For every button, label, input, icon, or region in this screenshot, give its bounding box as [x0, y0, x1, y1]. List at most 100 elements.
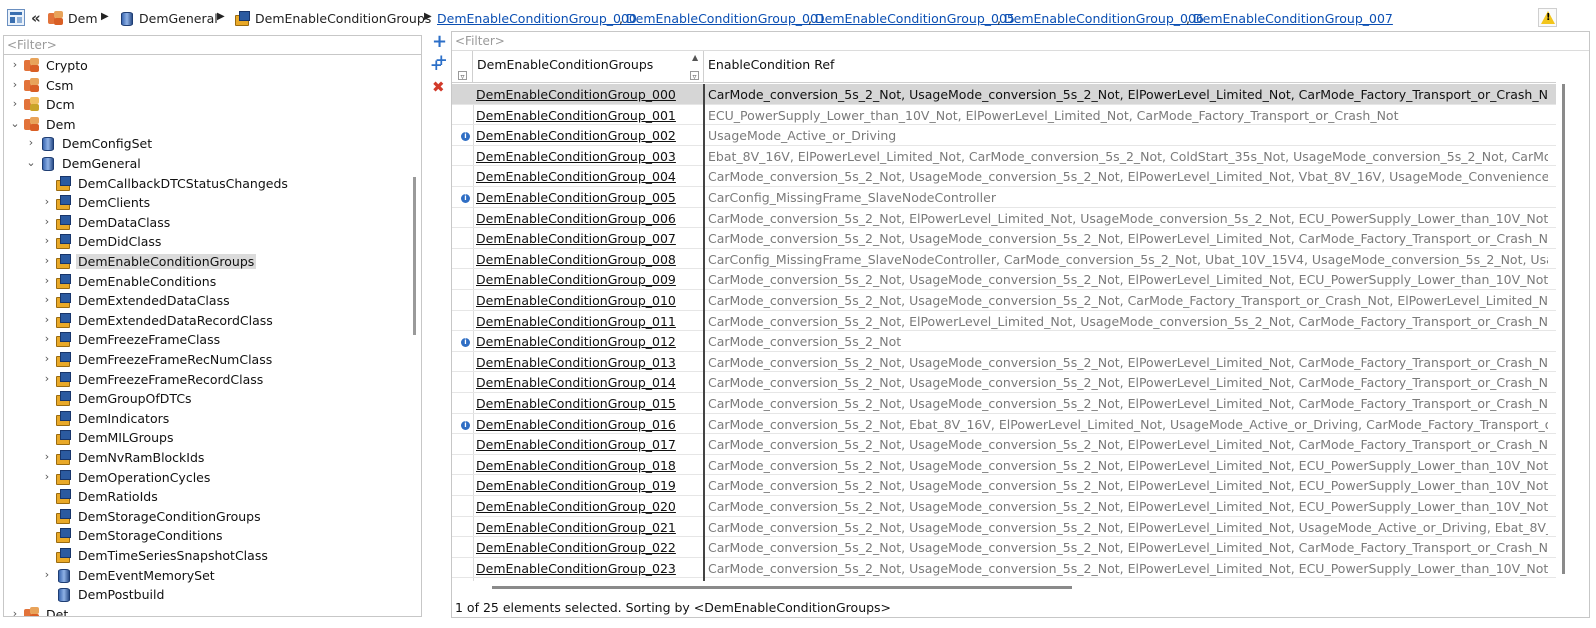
breadcrumb-link-group-005[interactable]: DemEnableConditionGroup_005 [815, 11, 1015, 26]
column-header-groups[interactable]: DemEnableConditionGroups ▲ ▿ [473, 51, 704, 83]
enablecondition-ref-cell[interactable]: CarMode_conversion_5s_2_Not, UsageMode_c… [708, 272, 1548, 287]
breadcrumb-link-group-007[interactable]: DemEnableConditionGroup_007 [1193, 11, 1393, 26]
enablecondition-ref-cell[interactable]: CarMode_conversion_5s_2_Not, UsageMode_c… [708, 499, 1548, 514]
breadcrumb-separator[interactable]: ▶ [217, 11, 225, 22]
chevron-right-icon[interactable]: › [41, 234, 53, 248]
column-header-marker[interactable]: ▿ [452, 51, 473, 83]
table-row[interactable]: DemEnableConditionGroup_008 CarConfig_Mis… [452, 249, 1556, 270]
enablecondition-ref-cell[interactable]: CarMode_conversion_5s_2_Not, ElPowerLeve… [708, 211, 1548, 226]
breadcrumb-link-group-001[interactable]: DemEnableConditionGroup_001 [626, 11, 826, 26]
tree-scrollbar-thumb[interactable] [413, 177, 416, 335]
group-name-link[interactable]: DemEnableConditionGroup_017 [476, 437, 701, 452]
tree-item[interactable]: › DemExtendedDataClass [4, 291, 404, 310]
filter-icon[interactable]: ▿ [458, 71, 467, 81]
breadcrumb-item-demenableconditiongroups[interactable]: DemEnableConditionGroups [255, 11, 431, 26]
group-name-link[interactable]: DemEnableConditionGroup_023 [476, 561, 701, 576]
enablecondition-ref-cell[interactable]: CarMode_conversion_5s_2_Not, Ebat_8V_16V… [708, 417, 1548, 432]
table-row[interactable]: i DemEnableConditionGroup_016 CarMode_conv… [452, 414, 1556, 435]
enablecondition-ref-cell[interactable]: CarMode_conversion_5s_2_Not, UsageMode_c… [708, 458, 1548, 473]
tree-item[interactable]: › DemConfigSet [4, 134, 404, 153]
enablecondition-ref-cell[interactable]: CarMode_conversion_5s_2_Not, UsageMode_c… [708, 437, 1548, 452]
column-header-enablecondition-ref[interactable]: EnableCondition Ref [704, 51, 1556, 83]
table-vertical-scrollbar-thumb[interactable] [1562, 84, 1565, 574]
tree-item[interactable]: › DemFreezeFrameRecordClass [4, 370, 404, 389]
tree-item[interactable]: DemCallbackDTCStatusChangeds [4, 174, 404, 193]
chevron-right-icon[interactable]: › [41, 254, 53, 268]
table-row[interactable]: i DemEnableConditionGroup_012 CarMode_conv… [452, 331, 1556, 352]
chevron-right-icon[interactable]: › [25, 136, 37, 150]
enablecondition-ref-cell[interactable]: CarMode_conversion_5s_2_Not, UsageMode_c… [708, 478, 1548, 493]
group-name-link[interactable]: DemEnableConditionGroup_014 [476, 375, 701, 390]
group-name-link[interactable]: DemEnableConditionGroup_012 [476, 334, 701, 349]
table-row[interactable]: DemEnableConditionGroup_023 CarMode_conve… [452, 558, 1556, 579]
tree-item[interactable]: DemRatioIds [4, 487, 404, 506]
table-row[interactable]: DemEnableConditionGroup_018 CarMode_conve… [452, 455, 1556, 476]
tree-item[interactable]: › DemFreezeFrameRecNumClass [4, 350, 404, 369]
tree-item[interactable]: › DemExtendedDataRecordClass [4, 311, 404, 330]
enablecondition-ref-cell[interactable]: CarMode_conversion_5s_2_Not, UsageMode_c… [708, 561, 1548, 576]
group-name-link[interactable]: DemEnableConditionGroup_009 [476, 272, 701, 287]
table-horizontal-scrollbar[interactable] [452, 581, 1556, 593]
table-row[interactable]: DemEnableConditionGroup_000 CarMode_conve… [452, 84, 1556, 105]
breadcrumb-separator[interactable]: ▶ [101, 11, 109, 22]
tree-item[interactable]: › DemDidClass [4, 232, 404, 251]
group-name-link[interactable]: DemEnableConditionGroup_002 [476, 128, 701, 143]
table-row[interactable]: DemEnableConditionGroup_013 CarMode_conve… [452, 352, 1556, 373]
enablecondition-ref-cell[interactable]: CarMode_conversion_5s_2_Not, UsageMode_c… [708, 169, 1548, 184]
table-row[interactable]: i DemEnableConditionGroup_005 CarConfig_Mi… [452, 187, 1556, 208]
tree-filter-input[interactable]: <Filter> [4, 36, 421, 55]
enablecondition-ref-cell[interactable]: CarMode_conversion_5s_2_Not, UsageMode_c… [708, 540, 1548, 555]
table-row[interactable]: DemEnableConditionGroup_014 CarMode_conve… [452, 372, 1556, 393]
enablecondition-ref-cell[interactable]: CarMode_conversion_5s_2_Not, UsageMode_c… [708, 375, 1548, 390]
chevron-right-icon[interactable]: › [41, 372, 53, 386]
tree-item[interactable]: › DemFreezeFrameClass [4, 330, 404, 349]
enablecondition-ref-cell[interactable]: CarMode_conversion_5s_2_Not, UsageMode_c… [708, 231, 1548, 246]
tree-item[interactable]: › DemEnableConditions [4, 272, 404, 291]
enablecondition-ref-cell[interactable]: CarMode_conversion_5s_2_Not, UsageMode_c… [708, 87, 1548, 102]
enablecondition-ref-cell[interactable]: CarMode_conversion_5s_2_Not [708, 334, 1548, 349]
enablecondition-ref-cell[interactable]: CarMode_conversion_5s_2_Not, UsageMode_c… [708, 520, 1548, 535]
chevron-right-icon[interactable]: › [41, 450, 53, 464]
chevron-down-icon[interactable]: ⌄ [25, 156, 37, 170]
chevron-right-icon[interactable]: › [41, 274, 53, 288]
tree-item[interactable]: › Dcm [4, 95, 404, 114]
breadcrumb-item-demgeneral[interactable]: DemGeneral [139, 11, 218, 26]
tree-item[interactable]: › DemClients [4, 193, 404, 212]
table-row[interactable]: DemEnableConditionGroup_007 CarMode_conve… [452, 228, 1556, 249]
chevron-right-icon[interactable]: › [41, 195, 53, 209]
tree-scrollbar[interactable] [408, 55, 421, 616]
chevron-right-icon[interactable]: › [41, 352, 53, 366]
group-name-link[interactable]: DemEnableConditionGroup_020 [476, 499, 701, 514]
chevron-right-icon[interactable]: › [41, 568, 53, 582]
breadcrumb-link-group-006[interactable]: DemEnableConditionGroup_006 [1004, 11, 1204, 26]
delete-icon[interactable] [431, 78, 447, 96]
tree-item[interactable]: DemIndicators [4, 409, 404, 428]
table-row[interactable]: DemEnableConditionGroup_020 CarMode_conve… [452, 496, 1556, 517]
table-row[interactable]: DemEnableConditionGroup_004 CarMode_conve… [452, 166, 1556, 187]
tree-item[interactable]: › Crypto [4, 56, 404, 75]
chevron-right-icon[interactable]: › [9, 78, 21, 92]
enablecondition-ref-cell[interactable]: CarMode_conversion_5s_2_Not, UsageMode_c… [708, 355, 1548, 370]
chevron-right-icon[interactable]: › [41, 313, 53, 327]
group-name-link[interactable]: DemEnableConditionGroup_007 [476, 231, 701, 246]
tree-item[interactable]: › DemOperationCycles [4, 468, 404, 487]
tree-item[interactable]: › DemDataClass [4, 213, 404, 232]
table-row[interactable]: DemEnableConditionGroup_015 CarMode_conve… [452, 393, 1556, 414]
add-icon[interactable] [431, 31, 447, 52]
enablecondition-ref-cell[interactable]: UsageMode_Active_or_Driving [708, 128, 1548, 143]
tree-item[interactable]: DemStorageConditionGroups [4, 507, 404, 526]
double-chevron-left-icon[interactable]: « [31, 9, 41, 27]
warning-icon[interactable]: ! [1538, 8, 1557, 27]
breadcrumb-separator[interactable]: ▶ [424, 11, 432, 22]
enablecondition-ref-cell[interactable]: Ebat_8V_16V, ElPowerLevel_Limited_Not, C… [708, 149, 1548, 164]
table-row[interactable]: DemEnableConditionGroup_001 ECU_PowerSupp… [452, 105, 1556, 126]
tree-item[interactable]: DemGroupOfDTCs [4, 389, 404, 408]
tree-item[interactable]: DemMILGroups [4, 428, 404, 447]
table-row[interactable]: DemEnableConditionGroup_010 CarMode_conve… [452, 290, 1556, 311]
tree-item[interactable]: ⌄ Dem [4, 115, 404, 134]
enablecondition-ref-cell[interactable]: ECU_PowerSupply_Lower_than_10V_Not, ElPo… [708, 108, 1548, 123]
filter-icon[interactable]: ▿ [690, 71, 699, 81]
table-horizontal-scrollbar-thumb[interactable] [492, 586, 1072, 589]
table-row[interactable]: DemEnableConditionGroup_011 CarMode_conve… [452, 311, 1556, 332]
enablecondition-ref-cell[interactable]: CarMode_conversion_5s_2_Not, UsageMode_c… [708, 396, 1548, 411]
